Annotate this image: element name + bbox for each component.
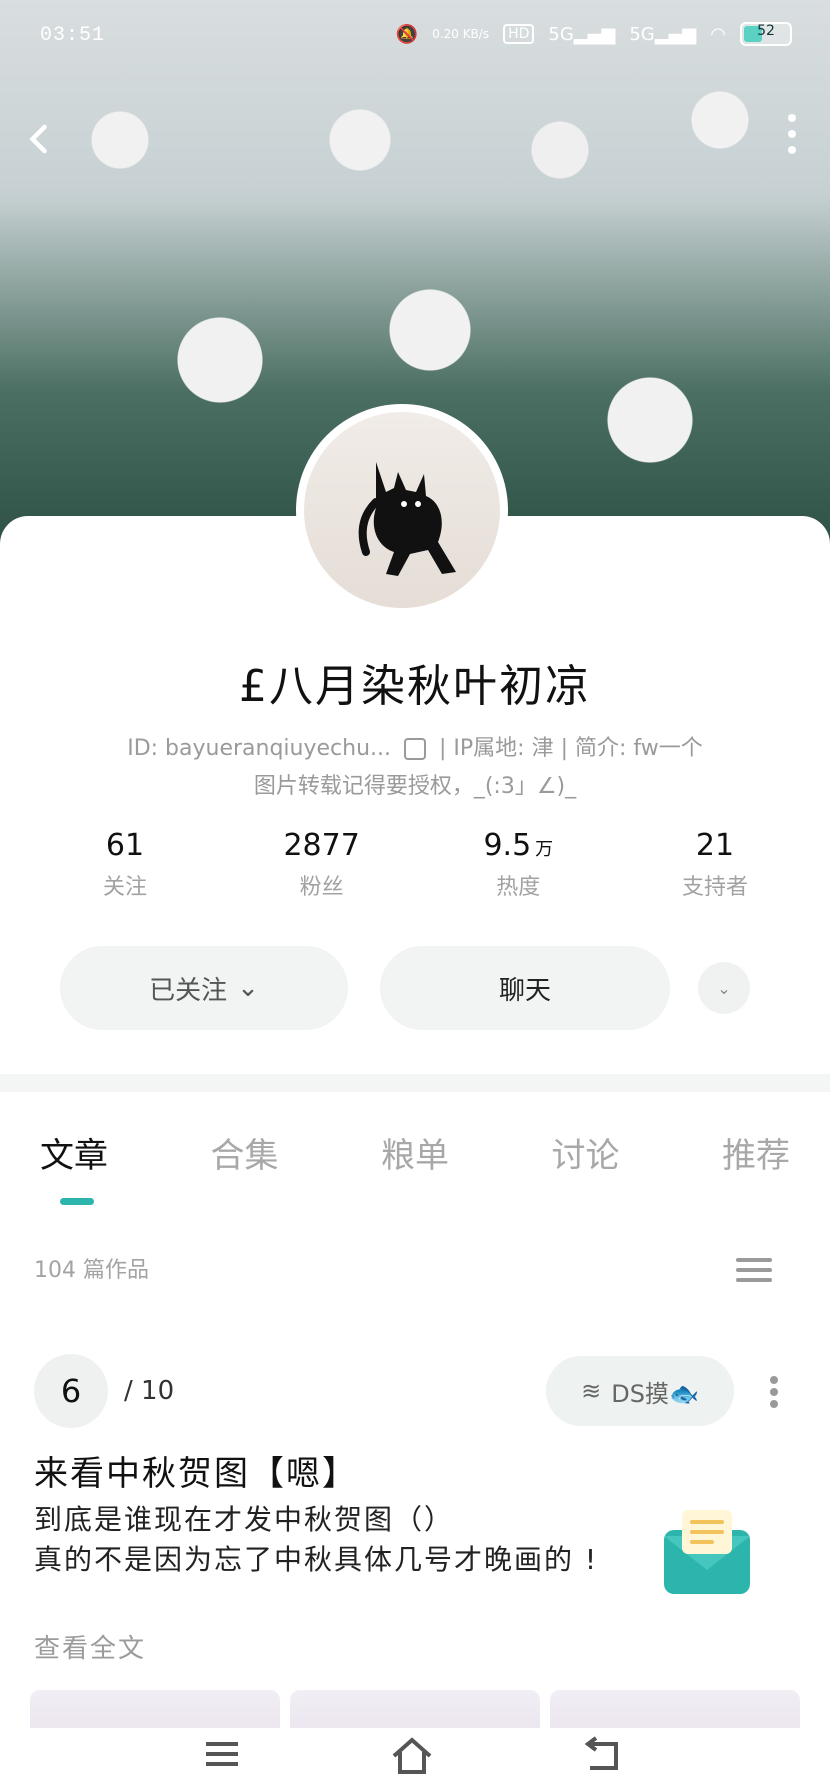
followed-button[interactable]: 已关注 ⌄ (60, 946, 348, 1030)
back-nav-icon[interactable] (572, 1736, 632, 1784)
layers-icon: ≋ (581, 1377, 602, 1405)
chat-button[interactable]: 聊天 (380, 946, 670, 1030)
tab-articles[interactable]: 文章 (40, 1128, 108, 1177)
avatar[interactable] (296, 404, 508, 616)
chevron-down-icon: ⌄ (237, 973, 259, 1003)
page-indicator[interactable]: 6 (34, 1354, 108, 1428)
category-pill[interactable]: ≋ DS摸🐟 (546, 1356, 734, 1426)
tab-recommend[interactable]: 推荐 (722, 1128, 790, 1177)
profile-stats: 61 关注 2877 粉丝 9.5 万 热度 21 支持者 (40, 828, 800, 901)
stat-fans[interactable]: 2877 粉丝 (237, 828, 407, 901)
network-speed: 0.20 KB/s (432, 27, 490, 41)
copy-icon[interactable] (404, 738, 427, 760)
post-more-button[interactable] (770, 1372, 780, 1412)
intro-line-2: 图片转载记得要授权，_(:3」∠)_ (253, 774, 577, 799)
signal-5g-icon: 5G▂▄▆ (629, 23, 697, 45)
status-bar: 03:51 🔕 0.20 KB/s HD 5G▂▄▆ 5G▂▄▆ ◠ 52 (0, 18, 830, 62)
back-button[interactable] (22, 120, 70, 168)
page-total: / 10 (124, 1376, 175, 1406)
wifi-icon: ◠ (710, 23, 726, 45)
profile-username: £八月染秋叶初凉 (239, 661, 591, 712)
more-vertical-icon (788, 114, 796, 154)
section-divider (0, 1074, 830, 1092)
menu-icon[interactable] (192, 1736, 252, 1784)
stat-heat[interactable]: 9.5 万 热度 (433, 828, 603, 901)
status-time: 03:51 (40, 24, 106, 47)
profile-id: ID: bayueranqiuyechu... (127, 736, 392, 761)
post-line-1: 到底是谁现在才发中秋贺图（） (34, 1503, 455, 1536)
content-tabs: 文章 合集 粮单 讨论 推荐 (40, 1128, 790, 1177)
ip-location: IP属地: 津 (453, 736, 554, 761)
battery-level: 52 (757, 23, 775, 39)
battery-icon: 52 (740, 22, 792, 46)
chevron-left-icon (29, 124, 47, 154)
stat-supporters[interactable]: 21 支持者 (630, 828, 800, 901)
post-title[interactable]: 来看中秋贺图【嗯】 (34, 1446, 358, 1495)
read-full-text-link[interactable]: 查看全文 (34, 1628, 146, 1665)
more-options-button[interactable] (772, 112, 812, 176)
post-body[interactable]: 到底是谁现在才发中秋贺图（） 真的不是因为忘了中秋具体几号才晚画的 ! (34, 1500, 654, 1580)
profile-meta: ID: bayueranqiuyechu... | IP属地: 津 | 简介: … (0, 730, 830, 806)
tab-discussion[interactable]: 讨论 (552, 1128, 620, 1177)
intro-line-1: 简介: fw一个 (575, 736, 703, 761)
signal-5g-icon: 5G▂▄▆ (548, 23, 616, 45)
home-icon[interactable] (382, 1736, 442, 1784)
post-line-2: 真的不是因为忘了中秋具体几号才晚画的 ! (34, 1543, 599, 1576)
system-navbar (0, 1728, 830, 1792)
hd-icon: HD (503, 24, 535, 44)
more-actions-button[interactable]: ⌄ (698, 962, 750, 1014)
chevron-down-icon: ⌄ (717, 978, 731, 998)
active-tab-indicator (60, 1198, 94, 1205)
status-icons: 🔕 0.20 KB/s HD 5G▂▄▆ 5G▂▄▆ ◠ 52 (396, 22, 792, 46)
tab-food-list[interactable]: 粮单 (381, 1128, 449, 1177)
list-view-icon[interactable] (736, 1252, 772, 1284)
cat-avatar-image (358, 462, 456, 576)
works-count: 104 篇作品 (34, 1258, 149, 1283)
stat-following[interactable]: 61 关注 (40, 828, 210, 901)
tab-collections[interactable]: 合集 (211, 1128, 279, 1177)
envelope-icon[interactable] (656, 1500, 758, 1600)
mute-icon: 🔕 (395, 23, 419, 45)
